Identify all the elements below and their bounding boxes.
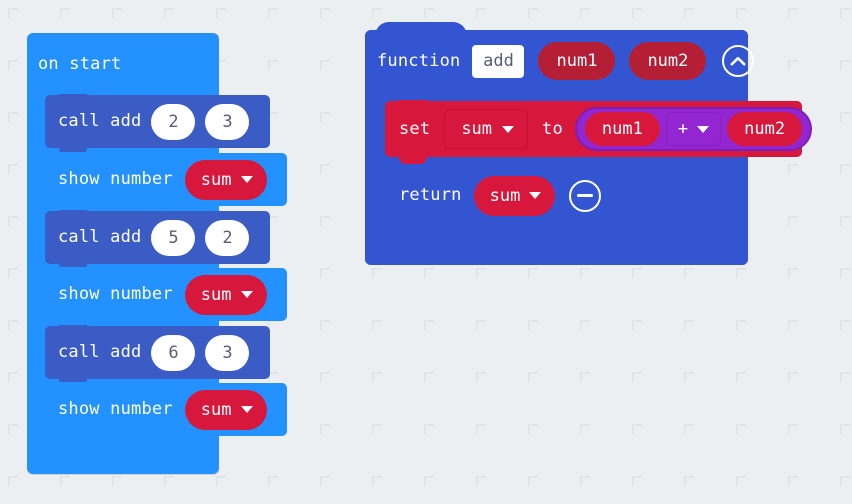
show-number-block-1[interactable]: show number sum	[45, 152, 287, 213]
show-number-block-3[interactable]: show number sum	[45, 382, 287, 443]
call-add-label-2: call add	[58, 227, 142, 247]
on-start-label: on start	[38, 54, 122, 74]
variable-sum-reporter-1[interactable]: sum	[184, 159, 267, 200]
call-add-arg1-3[interactable]: 6	[151, 334, 196, 371]
function-parameter-num2[interactable]: num2	[629, 42, 707, 80]
call-add-label-1: call add	[58, 111, 142, 131]
chevron-down-icon[interactable]	[697, 125, 710, 133]
call-add-block-3[interactable]: call add 6 3	[45, 325, 270, 386]
set-variable-name: sum	[461, 119, 493, 139]
minus-circle-icon[interactable]	[569, 179, 602, 212]
set-variable-dropdown[interactable]: sum	[444, 109, 529, 149]
operand-right-num2[interactable]: num2	[727, 112, 803, 146]
show-number-label-2: show number	[58, 284, 173, 304]
show-number-label-1: show number	[58, 169, 173, 189]
call-add-arg1-2[interactable]: 5	[151, 219, 196, 256]
operand-left-num1[interactable]: num1	[584, 112, 660, 146]
return-variable-reporter[interactable]: sum	[473, 175, 556, 216]
on-start-spine	[27, 94, 45, 442]
call-add-arg1-1[interactable]: 2	[151, 103, 196, 140]
variable-sum-text-3: sum	[200, 399, 232, 420]
variable-sum-reporter-3[interactable]: sum	[184, 389, 267, 430]
function-keyword-label: function	[377, 50, 461, 71]
set-keyword-label: set	[399, 118, 431, 139]
function-name-field[interactable]: add	[472, 44, 525, 78]
chevron-up-circle-icon[interactable]	[722, 45, 755, 77]
arithmetic-operator-block[interactable]: num1 + num2	[574, 107, 813, 151]
return-variable-name: sum	[489, 185, 521, 206]
call-add-label-3: call add	[58, 342, 142, 362]
call-add-arg2-1[interactable]: 3	[205, 103, 250, 140]
return-block[interactable]: return sum	[385, 167, 607, 223]
variable-sum-text-1: sum	[200, 169, 232, 190]
return-keyword-label: return	[399, 185, 462, 205]
blocks-workspace[interactable]: on start call add 2 3 show number sum ca…	[0, 0, 852, 504]
function-parameter-num1[interactable]: num1	[538, 42, 616, 80]
chevron-down-icon[interactable]	[240, 406, 253, 413]
show-number-label-3: show number	[58, 399, 173, 419]
chevron-down-icon[interactable]	[529, 192, 542, 199]
minus-bar	[577, 194, 594, 197]
function-header[interactable]: function add num1 num2	[365, 30, 755, 92]
call-add-block-1[interactable]: call add 2 3	[45, 94, 270, 155]
chevron-down-icon[interactable]	[240, 176, 253, 183]
call-add-block-2[interactable]: call add 5 2	[45, 210, 270, 271]
function-footer	[365, 220, 748, 265]
variable-sum-reporter-2[interactable]: sum	[184, 274, 267, 315]
chevron-down-icon[interactable]	[240, 291, 253, 298]
set-to-label: to	[542, 118, 563, 139]
call-add-arg2-2[interactable]: 2	[205, 219, 250, 256]
show-number-block-2[interactable]: show number sum	[45, 267, 287, 328]
variable-sum-text-2: sum	[200, 284, 232, 305]
function-spine	[365, 92, 385, 222]
call-add-arg2-3[interactable]: 3	[205, 334, 250, 371]
operator-symbol: +	[677, 119, 689, 139]
chevron-down-icon[interactable]	[502, 125, 515, 133]
set-variable-block[interactable]: set sum to num1 + num2	[385, 100, 813, 164]
operator-dropdown[interactable]: +	[665, 112, 722, 146]
